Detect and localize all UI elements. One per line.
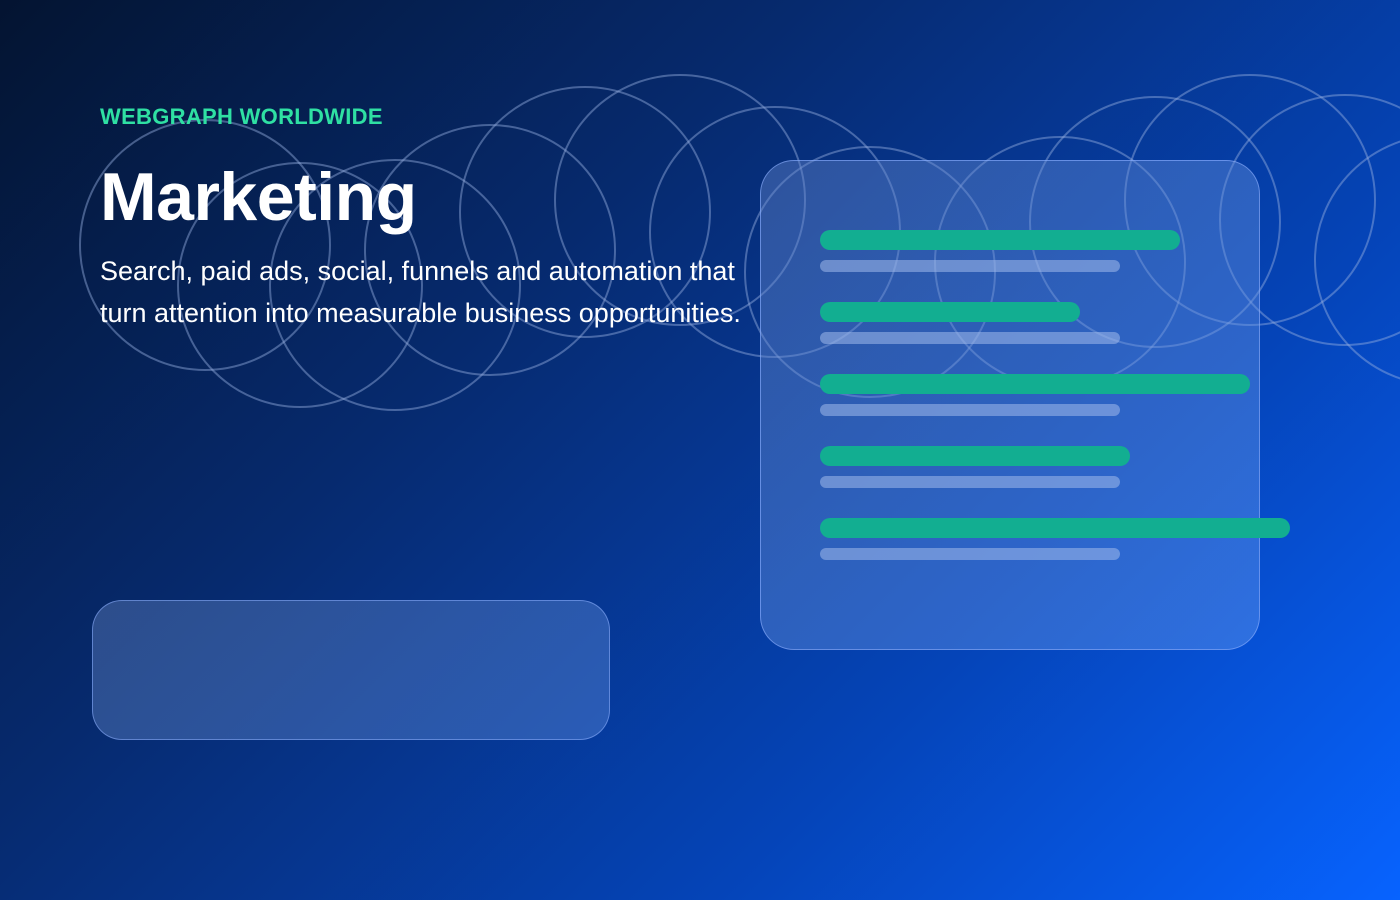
page-title: Marketing [100,159,417,235]
metric-subbar [820,548,1120,560]
metric-subbar [820,332,1120,344]
metric-bar [820,230,1180,250]
hero-description: Search, paid ads, social, funnels and au… [100,256,741,328]
bar-row [820,302,1120,344]
bar-row [820,518,1290,560]
metric-subbar [820,260,1120,272]
metric-subbar [820,476,1120,488]
metric-bar [820,446,1130,466]
bar-row [820,446,1130,488]
bar-row [820,374,1250,416]
feature-card [92,600,610,740]
metric-bar [820,302,1080,322]
brand-eyebrow: WEBGRAPH WORLDWIDE [100,104,383,129]
metric-bar [820,374,1250,394]
metric-bar [820,518,1290,538]
bar-row [820,230,1180,272]
metric-subbar [820,404,1120,416]
ring [1314,140,1400,380]
